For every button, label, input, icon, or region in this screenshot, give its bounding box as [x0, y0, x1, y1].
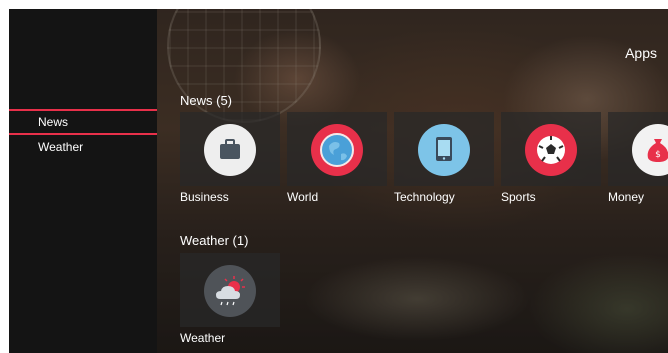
app-card-money[interactable]: $ Money — [608, 112, 668, 204]
app-label: Sports — [501, 190, 536, 204]
app-label: Technology — [394, 190, 455, 204]
tablet-icon — [418, 124, 470, 176]
app-label: Weather — [180, 331, 226, 345]
app-card-business[interactable]: Business — [180, 112, 280, 204]
row-title-news: News (5) — [180, 93, 233, 108]
briefcase-icon — [204, 124, 256, 176]
cloud-sun-icon — [204, 265, 256, 317]
money-bag-icon: $ — [632, 124, 668, 176]
app-card-world[interactable]: World — [287, 112, 387, 204]
app-label: World — [287, 190, 319, 204]
sidebar-item-news[interactable]: News — [9, 109, 157, 135]
sidebar-item-weather[interactable]: Weather — [9, 136, 157, 159]
tv-screen: Apps News Weather News (5) Business Worl… — [9, 9, 668, 353]
row-title-weather: Weather (1) — [180, 233, 249, 248]
page-title: Apps — [625, 45, 657, 61]
svg-text:$: $ — [655, 150, 661, 160]
soccer-ball-icon — [525, 124, 577, 176]
app-card-technology[interactable]: Technology — [394, 112, 494, 204]
app-label: Business — [180, 190, 229, 204]
app-card-sports[interactable]: Sports — [501, 112, 601, 204]
sidebar: News Weather — [9, 9, 157, 353]
globe-icon — [311, 124, 363, 176]
app-card-weather[interactable]: Weather — [180, 253, 280, 345]
app-label: Money — [608, 190, 645, 204]
